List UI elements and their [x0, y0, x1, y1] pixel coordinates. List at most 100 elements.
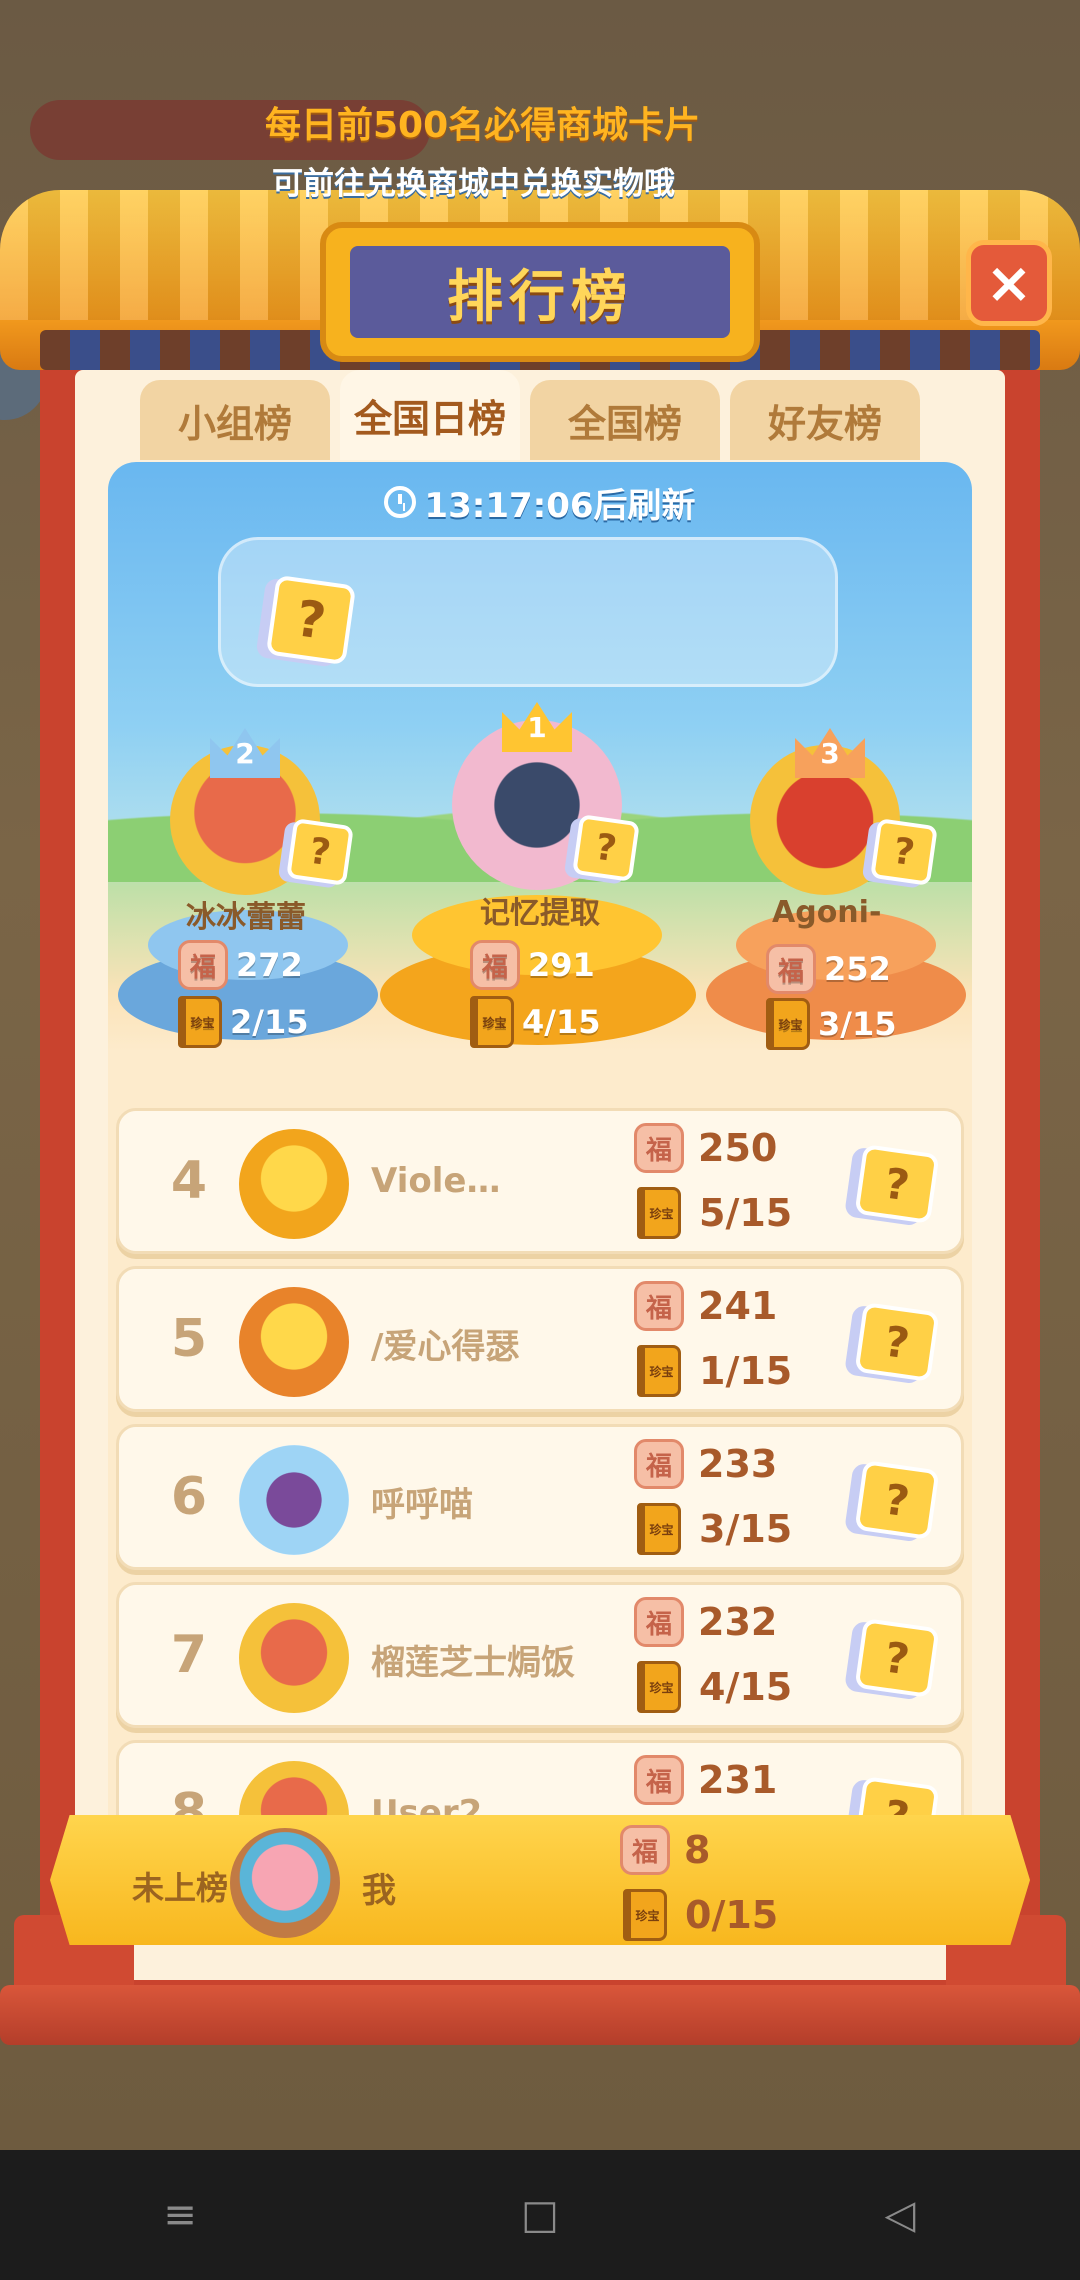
book-icon: 珍宝 — [637, 1345, 681, 1397]
player-name: 榴莲芝士焗饭 — [371, 1643, 575, 1683]
notice-subline: 可前往兑换商城中兑换实物哦 — [272, 166, 675, 202]
menu-icon[interactable]: ≡ — [150, 2190, 210, 2240]
mystery-card-icon[interactable]: ? — [854, 1618, 940, 1698]
my-name: 我 — [362, 1871, 396, 1911]
tab-national-daily[interactable]: 全国日榜 — [340, 370, 520, 460]
books-row: 珍宝 5/15 — [637, 1187, 792, 1239]
my-books-row: 珍宝 0/15 — [623, 1889, 778, 1941]
tab-bar: 小组榜 全国日榜 全国榜 好友榜 — [140, 370, 930, 460]
book-icon: 珍宝 — [637, 1661, 681, 1713]
list-item[interactable]: 5 /爱心得瑟 福 241 珍宝 1/15 ? — [116, 1266, 964, 1412]
score-row: 福 232 — [634, 1597, 777, 1647]
book-icon: 珍宝 — [637, 1187, 681, 1239]
my-score: 8 — [684, 1828, 711, 1872]
fu-icon: 福 — [178, 940, 228, 990]
mystery-card-icon[interactable]: ? — [854, 1460, 940, 1540]
clock-icon — [384, 486, 417, 518]
my-score-row: 福8 — [620, 1825, 710, 1875]
my-avatar — [230, 1828, 340, 1938]
notice-card: ? — [265, 574, 371, 680]
title-plate: 排行榜 — [320, 222, 760, 362]
books-row: 珍宝 4/15 — [637, 1661, 792, 1713]
books: 4/15 — [699, 1665, 793, 1709]
score: 252 — [824, 950, 891, 988]
rank-number: 4 — [170, 1151, 208, 1211]
fu-icon: 福 — [766, 944, 816, 994]
player-name: 记忆提取 — [480, 896, 600, 931]
books: 1/15 — [699, 1349, 793, 1393]
fu-icon: 福 — [620, 1825, 670, 1875]
rank-number: 6 — [170, 1467, 208, 1527]
mystery-card-icon: ? — [870, 818, 938, 886]
system-nav-bar: ≡ □ ◁ — [0, 2150, 1080, 2280]
score-row: 福 272 — [178, 940, 303, 990]
list-item[interactable]: 6 呼呼喵 福 233 珍宝 3/15 ? — [116, 1424, 964, 1570]
books: 4/15 — [522, 1003, 601, 1041]
books-row: 珍宝 3/15 — [766, 998, 896, 1050]
mystery-card-icon: ? — [572, 814, 640, 882]
books-row: 珍宝 4/15 — [470, 996, 600, 1048]
fu-icon: 福 — [634, 1755, 684, 1805]
fu-icon: 福 — [634, 1281, 684, 1331]
back-icon[interactable]: ◁ — [870, 2190, 930, 2240]
score-row: 福 233 — [634, 1439, 777, 1489]
mystery-card-icon: ? — [286, 818, 354, 886]
fu-icon: 福 — [634, 1123, 684, 1173]
tab-national[interactable]: 全国榜 — [530, 380, 720, 460]
score-row: 福 252 — [766, 944, 891, 994]
fu-icon: 福 — [470, 940, 520, 990]
tab-group[interactable]: 小组榜 — [140, 380, 330, 460]
score-row: 福 231 — [634, 1755, 777, 1805]
list-item[interactable]: 4 Viole… 福 250 珍宝 5/15 ? — [116, 1108, 964, 1254]
player-name: 冰冰蕾蕾 — [186, 900, 306, 935]
close-button[interactable]: × — [966, 240, 1052, 326]
book-icon: 珍宝 — [470, 996, 514, 1048]
avatar — [239, 1129, 349, 1239]
player-name: 呼呼喵 — [371, 1485, 473, 1525]
reward-notice: ? — [218, 537, 838, 687]
books: 3/15 — [699, 1507, 793, 1551]
score: 232 — [698, 1600, 778, 1644]
rank-number: 7 — [170, 1625, 208, 1685]
home-icon[interactable]: □ — [510, 2190, 570, 2240]
page-title: 排行榜 — [350, 246, 730, 338]
player-name: /爱心得瑟 — [371, 1327, 520, 1367]
score-row: 福 291 — [470, 940, 595, 990]
score: 233 — [698, 1442, 778, 1486]
score-row: 福 241 — [634, 1281, 777, 1331]
books-row: 珍宝 3/15 — [637, 1503, 792, 1555]
tab-friends[interactable]: 好友榜 — [730, 380, 920, 460]
score: 241 — [698, 1284, 778, 1328]
rank-number: 5 — [170, 1309, 208, 1369]
mystery-card-icon[interactable]: ? — [854, 1144, 940, 1224]
my-books: 0/15 — [685, 1893, 779, 1937]
books: 2/15 — [230, 1003, 309, 1041]
score-row: 福 250 — [634, 1123, 777, 1173]
ranking-list[interactable]: 4 Viole… 福 250 珍宝 5/15 ? 5 /爱心得瑟 福 241 珍宝 1/… — [108, 1052, 972, 1892]
books: 3/15 — [818, 1005, 897, 1043]
book-icon: 珍宝 — [637, 1503, 681, 1555]
book-icon: 珍宝 — [623, 1889, 667, 1941]
score: 272 — [236, 946, 303, 984]
avatar — [239, 1445, 349, 1555]
avatar — [239, 1603, 349, 1713]
notice-headline: 每日前500名必得商城卡片 — [265, 105, 701, 146]
books-row: 珍宝 1/15 — [637, 1345, 792, 1397]
fu-icon: 福 — [634, 1597, 684, 1647]
refresh-text: 13:17:06后刷新 — [424, 485, 696, 526]
fu-icon: 福 — [634, 1439, 684, 1489]
mystery-card-icon: ? — [265, 574, 357, 666]
book-icon: 珍宝 — [766, 998, 810, 1050]
score: 250 — [698, 1126, 778, 1170]
mystery-card-icon[interactable]: ? — [854, 1302, 940, 1382]
avatar — [239, 1287, 349, 1397]
my-rank-status: 未上榜 — [132, 1869, 229, 1907]
books-row: 珍宝 2/15 — [178, 996, 308, 1048]
refresh-timer: 13:17:06后刷新 — [108, 472, 972, 532]
book-icon: 珍宝 — [178, 996, 222, 1048]
books: 5/15 — [699, 1191, 793, 1235]
player-name: Agoni- — [772, 895, 882, 930]
list-item[interactable]: 7 榴莲芝士焗饭 福 232 珍宝 4/15 ? — [116, 1582, 964, 1728]
frame-bottom — [0, 1985, 1080, 2045]
score: 231 — [698, 1758, 778, 1802]
